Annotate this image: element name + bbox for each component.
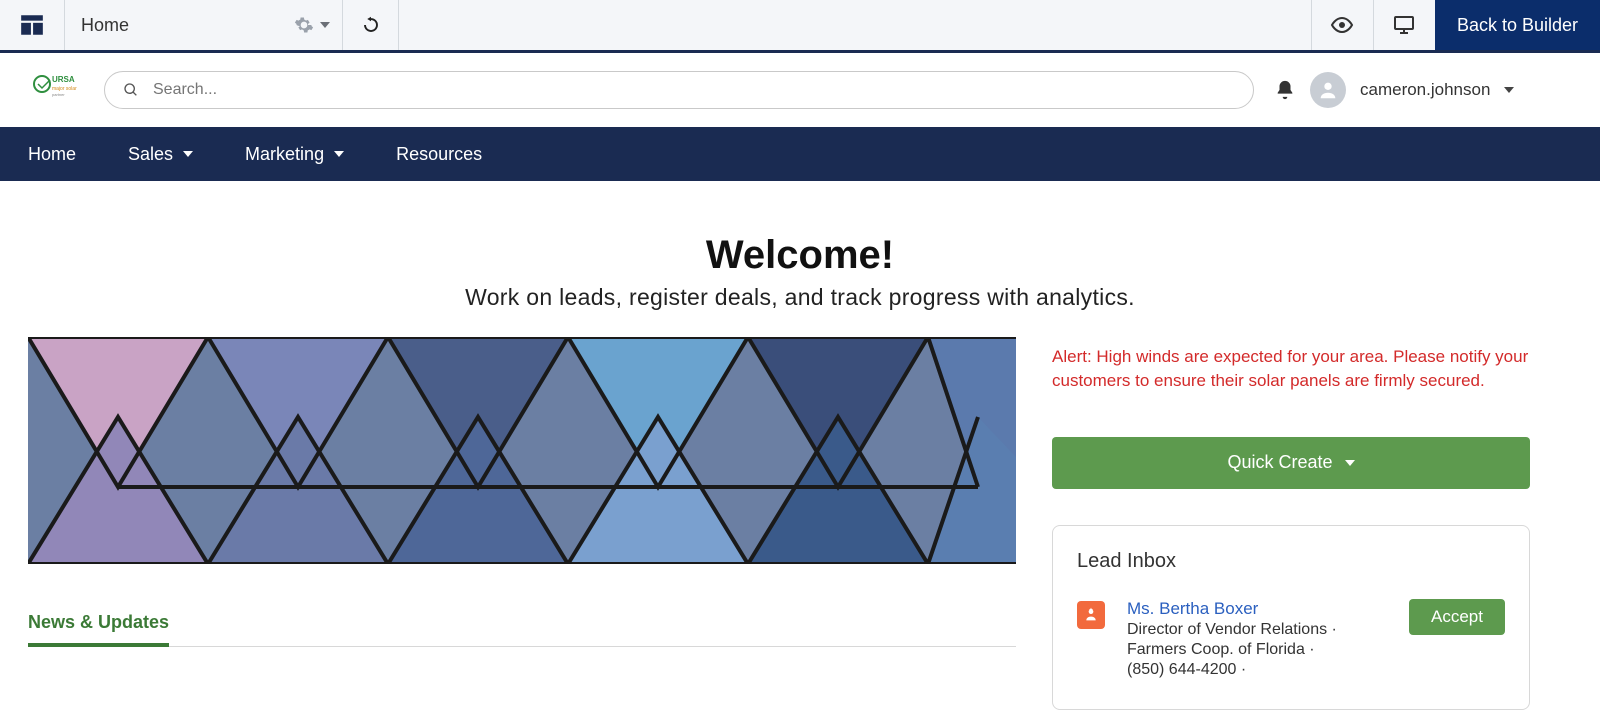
hero-image <box>28 337 1016 564</box>
quick-create-label: Quick Create <box>1227 452 1332 473</box>
caret-down-icon <box>1345 460 1355 466</box>
alert-text: Alert: High winds are expected for your … <box>1052 345 1530 393</box>
tab-news-updates[interactable]: News & Updates <box>28 612 169 647</box>
device-button[interactable] <box>1373 0 1435 50</box>
refresh-button[interactable] <box>343 0 399 50</box>
search-box[interactable] <box>104 71 1254 109</box>
lead-company: Farmers Coop. of Florida · <box>1127 641 1387 659</box>
bell-icon[interactable] <box>1274 79 1296 101</box>
chevron-down-icon <box>334 151 344 157</box>
quick-create-button[interactable]: Quick Create <box>1052 437 1530 489</box>
refresh-icon <box>362 16 380 34</box>
username[interactable]: cameron.johnson <box>1360 80 1490 100</box>
content: Welcome! Work on leads, register deals, … <box>0 181 1600 710</box>
person-icon <box>1317 79 1339 101</box>
gear-icon[interactable] <box>294 15 314 35</box>
news-tabs: News & Updates <box>28 612 1016 647</box>
avatar[interactable] <box>1310 72 1346 108</box>
builder-bar: Home Back to Builder <box>0 0 1600 53</box>
caret-down-icon <box>320 22 330 28</box>
search-icon <box>123 82 139 98</box>
svg-text:partner: partner <box>52 92 65 97</box>
page-selector[interactable]: Home <box>65 0 343 50</box>
nav-marketing[interactable]: Marketing <box>245 144 344 165</box>
lead-row: Ms. Bertha Boxer Director of Vendor Rela… <box>1077 599 1505 679</box>
back-to-builder-button[interactable]: Back to Builder <box>1435 0 1600 50</box>
user-menu-caret-icon[interactable] <box>1504 87 1514 93</box>
layout-icon <box>19 12 45 38</box>
builder-menu-button[interactable] <box>0 0 65 50</box>
hero-subtitle: Work on leads, register deals, and track… <box>28 284 1572 311</box>
tab-divider <box>28 646 1016 647</box>
logo[interactable]: URSA major solar partner <box>28 62 84 118</box>
nav-resources[interactable]: Resources <box>396 144 482 165</box>
person-star-icon <box>1083 607 1099 623</box>
svg-text:URSA: URSA <box>52 75 75 84</box>
lead-phone: (850) 644-4200 · <box>1127 661 1387 679</box>
preview-button[interactable] <box>1311 0 1373 50</box>
app-header: URSA major solar partner cameron.johnson <box>0 53 1600 127</box>
main-nav: Home Sales Marketing Resources <box>0 127 1600 181</box>
lead-title: Director of Vendor Relations · <box>1127 621 1387 639</box>
lead-icon <box>1077 601 1105 629</box>
lead-name-link[interactable]: Ms. Bertha Boxer <box>1127 599 1387 619</box>
lead-inbox: Lead Inbox Ms. Bertha Boxer Director of … <box>1052 525 1530 710</box>
accept-button[interactable]: Accept <box>1409 599 1505 635</box>
back-label: Back to Builder <box>1457 15 1578 36</box>
search-input[interactable] <box>153 81 1235 99</box>
nav-sales[interactable]: Sales <box>128 144 193 165</box>
eye-icon <box>1330 13 1354 37</box>
desktop-icon <box>1392 13 1416 37</box>
ursa-logo-icon: URSA major solar partner <box>28 62 84 118</box>
nav-home[interactable]: Home <box>28 144 76 165</box>
page-label: Home <box>81 15 129 36</box>
lead-inbox-title: Lead Inbox <box>1077 550 1505 573</box>
hero-title: Welcome! <box>28 233 1572 278</box>
chevron-down-icon <box>183 151 193 157</box>
